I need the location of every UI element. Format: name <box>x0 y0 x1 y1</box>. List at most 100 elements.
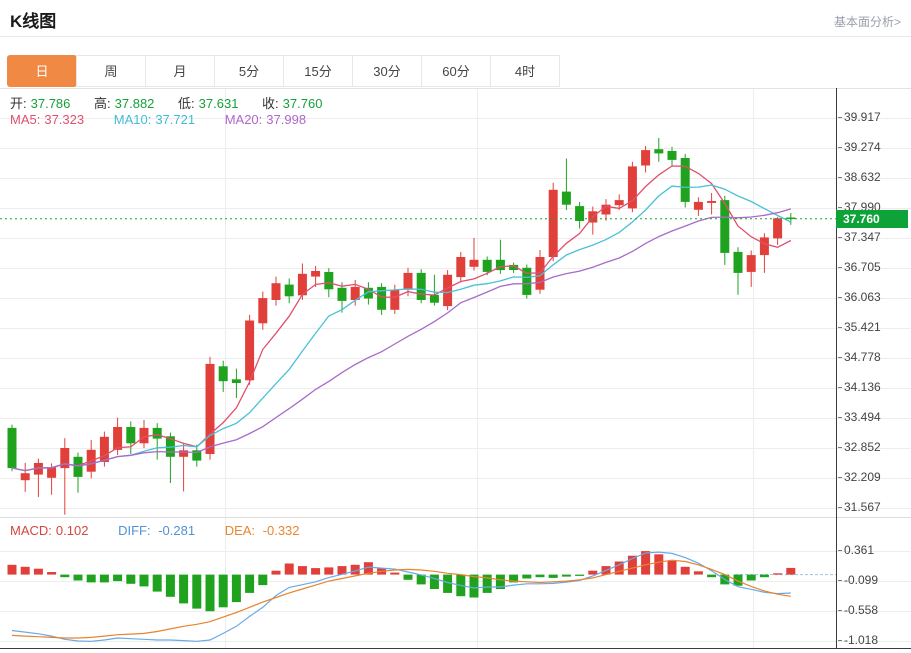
macd-bar <box>74 575 83 581</box>
candle-body <box>760 237 769 255</box>
macd-bar <box>324 567 333 574</box>
ma-readout: MA5:37.323 MA10:37.721 MA20:37.998 <box>10 112 332 127</box>
y-axis-label: 34.136 <box>838 380 881 394</box>
candle-body <box>8 428 17 468</box>
candle-body <box>443 275 452 306</box>
macd-bar <box>311 568 320 575</box>
macd-bar <box>390 573 399 575</box>
candle-body <box>126 427 135 443</box>
macd-bar <box>786 568 795 575</box>
y-axis-label: 0.361 <box>838 543 874 557</box>
y-axis-label: 35.421 <box>838 320 881 334</box>
candle-body <box>74 457 83 477</box>
macd-bar <box>681 567 690 575</box>
y-axis-label: -0.099 <box>838 573 878 587</box>
macd-bar <box>694 571 703 574</box>
candle-body <box>417 273 426 300</box>
close-value: 37.760 <box>283 96 323 111</box>
candle-body <box>113 427 122 450</box>
macd-bar <box>562 575 571 577</box>
low-value: 37.631 <box>199 96 239 111</box>
ma5-value: 37.323 <box>44 112 84 127</box>
tab-4时[interactable]: 4时 <box>490 55 560 87</box>
macd-bar <box>272 571 281 575</box>
y-axis-label: 32.209 <box>838 470 881 484</box>
macd-bar <box>179 575 188 604</box>
high-label: 高: <box>94 96 111 111</box>
dea-label: DEA: -0.332 <box>225 523 304 538</box>
candle-body <box>21 473 30 480</box>
macd-bar <box>21 567 30 575</box>
candle-body <box>232 379 241 383</box>
diff-label: DIFF: -0.281 <box>118 523 199 538</box>
y-axis-label: 37.347 <box>838 230 881 244</box>
macd-bar <box>522 575 531 579</box>
x-axis-line <box>0 648 911 649</box>
candle-body <box>258 298 267 323</box>
tab-60分[interactable]: 60分 <box>421 55 491 87</box>
macd-bar <box>575 575 584 576</box>
ma20-value: 37.998 <box>266 112 306 127</box>
candle-body <box>430 295 439 303</box>
macd-bar <box>232 575 241 603</box>
ohlc-readout: 开:37.786 高:37.882 低:37.631 收:37.760 <box>10 93 342 112</box>
tab-15分[interactable]: 15分 <box>283 55 353 87</box>
page-title: K线图 <box>10 7 56 32</box>
current-price-badge: 37.760 <box>836 210 908 228</box>
candlestick-chart[interactable] <box>0 88 836 518</box>
macd-bar <box>126 575 135 584</box>
y-axis-label: -0.558 <box>838 603 878 617</box>
candle-body <box>272 283 281 300</box>
macd-bar <box>760 575 769 578</box>
fundamental-analysis-link[interactable]: 基本面分析> <box>834 13 901 30</box>
tab-日[interactable]: 日 <box>7 55 77 87</box>
candle-body <box>734 252 743 273</box>
y-axis-label: 31.567 <box>838 500 881 514</box>
candle-body <box>245 321 254 381</box>
tab-周[interactable]: 周 <box>76 55 146 87</box>
macd-bar <box>404 575 413 580</box>
macd-bar <box>153 575 162 592</box>
candle-body <box>470 260 479 267</box>
y-axis-label: 36.705 <box>838 260 881 274</box>
candle-body <box>390 290 399 310</box>
macd-bar <box>100 575 109 583</box>
macd-bar <box>113 575 122 582</box>
high-value: 37.882 <box>115 96 155 111</box>
ma10-label: MA10: <box>114 112 152 127</box>
macd-bar <box>747 575 756 581</box>
macd-bar <box>206 575 215 612</box>
candle-body <box>654 149 663 153</box>
y-axis-label: -1.018 <box>838 633 878 647</box>
macd-bar <box>430 575 439 589</box>
macd-bar <box>707 575 716 578</box>
y-axis-label: 38.632 <box>838 170 881 184</box>
tab-5分[interactable]: 5分 <box>214 55 284 87</box>
macd-bar <box>8 565 17 575</box>
candle-body <box>311 271 320 277</box>
macd-bar <box>140 575 149 587</box>
macd-bar <box>60 575 69 578</box>
macd-bar <box>773 573 782 574</box>
macd-bar <box>192 575 201 609</box>
candle-body <box>615 200 624 205</box>
y-axis-line <box>836 88 837 648</box>
candle-body <box>100 437 109 462</box>
y-axis-label: 32.852 <box>838 440 881 454</box>
y-axis-label: 33.494 <box>838 410 881 424</box>
tab-30分[interactable]: 30分 <box>352 55 422 87</box>
macd-bar <box>285 564 294 575</box>
macd-bar <box>258 575 267 586</box>
macd-bar <box>654 554 663 574</box>
candle-body <box>641 150 650 165</box>
macd-bar <box>219 575 228 608</box>
candle-body <box>404 273 413 290</box>
candle-body <box>47 467 56 478</box>
macd-bar <box>47 572 56 575</box>
tab-月[interactable]: 月 <box>145 55 215 87</box>
macd-bar <box>166 575 175 597</box>
low-label: 低: <box>178 96 195 111</box>
close-label: 收: <box>262 96 279 111</box>
candle-body <box>206 364 215 454</box>
y-axis-label: 39.274 <box>838 140 881 154</box>
